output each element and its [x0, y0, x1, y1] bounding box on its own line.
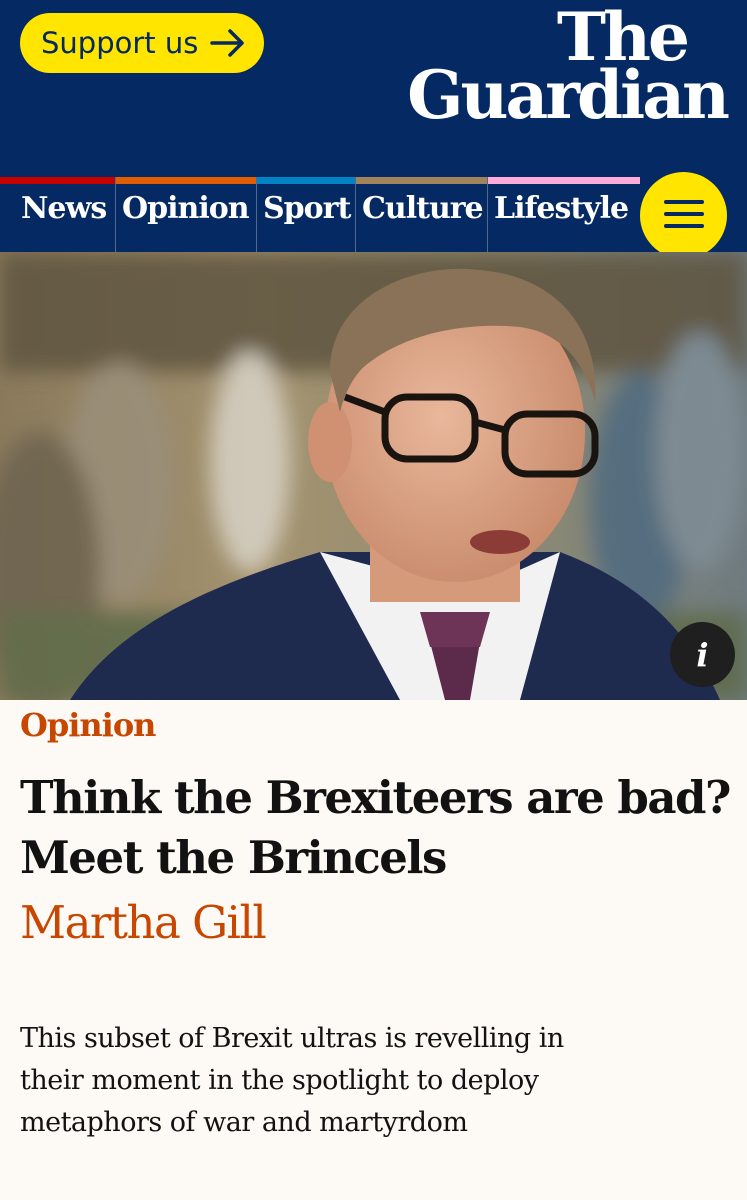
logo-line-guardian: Guardian — [407, 56, 730, 134]
nav-item-sport[interactable]: Sport — [256, 177, 355, 252]
nav-culture-accent-bar — [356, 177, 487, 184]
menu-button[interactable] — [640, 172, 727, 259]
nav-item-opinion[interactable]: Opinion — [115, 177, 256, 252]
nav-news-accent-bar — [0, 177, 115, 184]
masthead: Support us The Guardian News Opinion Spo… — [0, 0, 747, 252]
nav-lifestyle-label: Lifestyle — [494, 191, 629, 226]
nav-item-news[interactable]: News — [0, 177, 115, 252]
nav-lifestyle-accent-bar — [488, 177, 640, 184]
support-us-label: Support us — [41, 26, 199, 60]
nav-opinion-accent-bar — [116, 177, 256, 184]
support-us-button[interactable]: Support us — [20, 13, 264, 73]
section-kicker[interactable]: Opinion — [20, 706, 156, 744]
arrow-right-icon — [210, 28, 246, 58]
hero-photo — [0, 252, 747, 700]
nav-item-culture[interactable]: Culture — [355, 177, 487, 252]
image-info-button[interactable]: i — [670, 622, 735, 687]
nav-news-label: News — [21, 191, 107, 226]
hamburger-icon — [662, 198, 706, 234]
guardian-logo[interactable]: The Guardian — [359, 4, 730, 134]
article-standfirst: This subset of Brexit ultras is revellin… — [20, 1023, 564, 1138]
nav-sport-accent-bar — [257, 177, 355, 184]
article-headline: Think the Brexiteers are bad? Meet the B… — [20, 771, 731, 884]
info-icon: i — [696, 635, 709, 674]
author-byline[interactable]: Martha Gill — [20, 896, 267, 949]
primary-nav: News Opinion Sport Culture Lifestyle — [0, 177, 640, 252]
nav-culture-label: Culture — [362, 191, 484, 226]
nav-sport-label: Sport — [263, 191, 351, 226]
nav-item-lifestyle[interactable]: Lifestyle — [487, 177, 640, 252]
nav-opinion-label: Opinion — [122, 191, 250, 226]
